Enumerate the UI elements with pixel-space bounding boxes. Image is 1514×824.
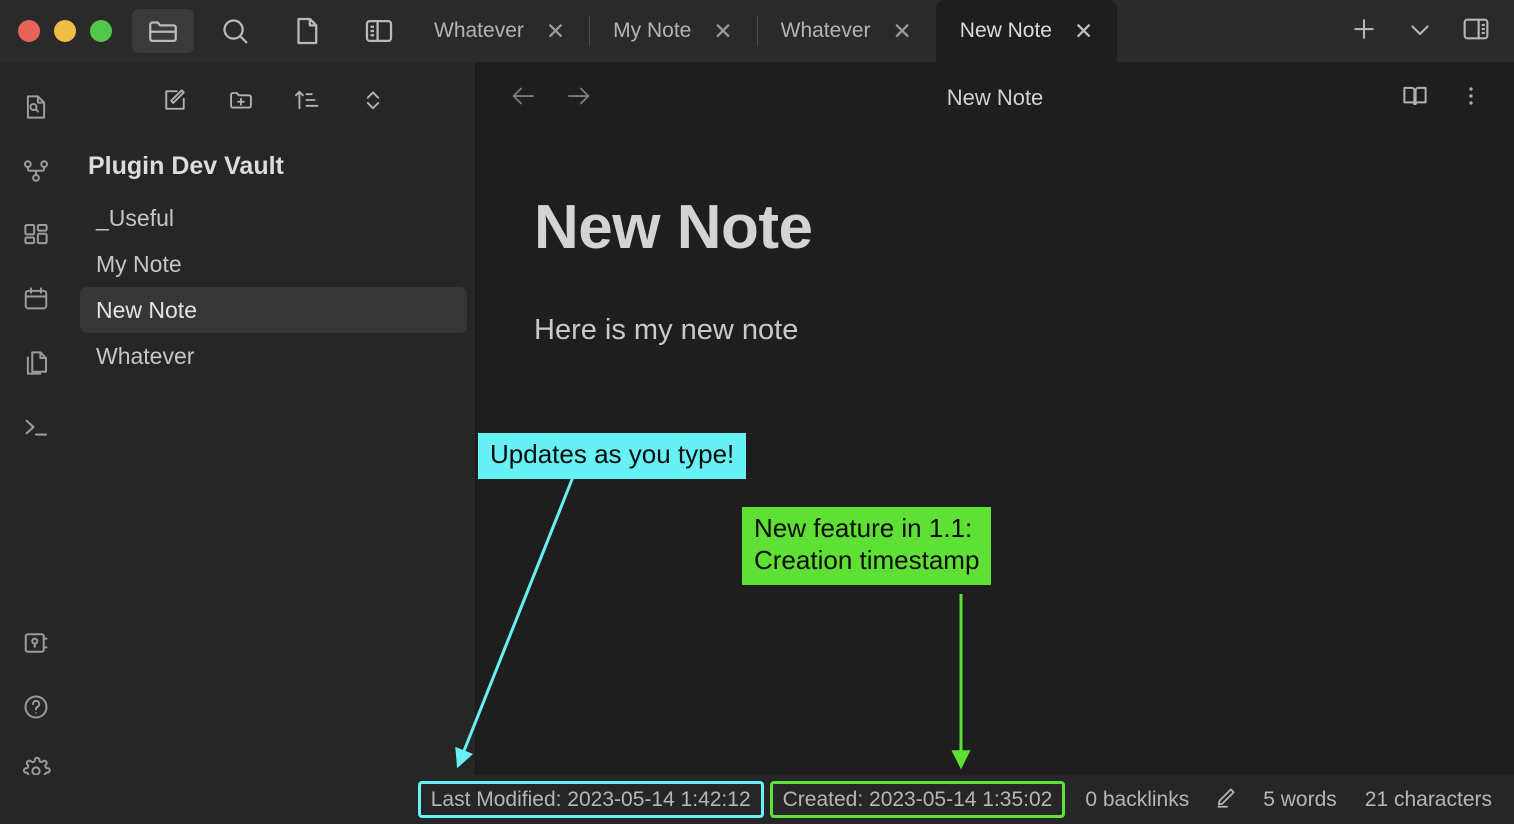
ribbon-item-calendar[interactable] bbox=[9, 274, 63, 328]
tab-close-icon[interactable]: ✕ bbox=[546, 19, 565, 43]
new-folder-button[interactable] bbox=[221, 82, 261, 122]
search-icon bbox=[218, 14, 252, 48]
new-note-icon bbox=[161, 86, 189, 119]
templates-icon bbox=[21, 348, 51, 383]
vault-switcher-icon bbox=[21, 628, 51, 663]
note-content[interactable]: New Note Here is my new note bbox=[476, 134, 1514, 824]
navigation-buttons bbox=[506, 81, 596, 115]
reading-view-icon bbox=[1400, 81, 1430, 116]
canvas-icon bbox=[21, 220, 51, 255]
view-actions bbox=[1398, 81, 1488, 115]
back-arrow-icon bbox=[508, 81, 538, 116]
right-sidebar-icon bbox=[1460, 13, 1492, 50]
view-header: New Note bbox=[476, 62, 1514, 134]
file-item-new-note[interactable]: New Note bbox=[80, 287, 467, 333]
tab-close-icon[interactable]: ✕ bbox=[1074, 19, 1093, 43]
word-count-status: 5 words bbox=[1263, 788, 1337, 811]
tab-whatever-2[interactable]: Whatever ✕ bbox=[756, 0, 936, 62]
new-folder-icon bbox=[227, 86, 255, 119]
ribbon-item-templates[interactable] bbox=[9, 338, 63, 392]
file-explorer: Plugin Dev Vault _Useful My Note New Not… bbox=[72, 62, 476, 824]
collapse-all-button[interactable] bbox=[353, 82, 393, 122]
forward-button[interactable] bbox=[562, 81, 596, 115]
ribbon-sidebar bbox=[0, 62, 72, 824]
tab-label: Whatever bbox=[434, 19, 524, 42]
tab-close-icon[interactable]: ✕ bbox=[893, 19, 912, 43]
tab-new-note[interactable]: New Note ✕ bbox=[935, 0, 1118, 62]
explorer-toolbar bbox=[72, 62, 475, 134]
titlebar-icon-group bbox=[132, 0, 410, 62]
ribbon-item-quick-switcher[interactable] bbox=[9, 82, 63, 136]
chevron-down-icon bbox=[1405, 14, 1435, 49]
workspace: Plugin Dev Vault _Useful My Note New Not… bbox=[0, 62, 1514, 824]
terminal-icon bbox=[21, 412, 51, 447]
edit-mode-button[interactable] bbox=[1203, 784, 1249, 816]
sort-icon bbox=[293, 86, 321, 119]
back-button[interactable] bbox=[506, 81, 540, 115]
left-sidebar-toggle-button[interactable] bbox=[348, 9, 410, 53]
file-item-my-note[interactable]: My Note bbox=[80, 241, 467, 287]
view-title: New Note bbox=[946, 85, 1044, 110]
note-heading: New Note bbox=[534, 193, 813, 262]
collapse-icon bbox=[359, 86, 387, 119]
forward-arrow-icon bbox=[564, 81, 594, 116]
sort-order-button[interactable] bbox=[287, 82, 327, 122]
backlinks-status[interactable]: 0 backlinks bbox=[1071, 789, 1203, 810]
ribbon-item-canvas[interactable] bbox=[9, 210, 63, 264]
file-item-label: Whatever bbox=[96, 342, 195, 369]
character-count-status: 21 characters bbox=[1364, 788, 1492, 811]
sidebar-toggle-icon bbox=[362, 14, 396, 48]
file-item-label: New Note bbox=[96, 296, 197, 323]
plus-icon bbox=[1349, 14, 1379, 49]
tab-list-button[interactable] bbox=[1392, 0, 1448, 62]
file-item-useful[interactable]: _Useful bbox=[80, 195, 467, 241]
help-icon bbox=[21, 692, 51, 727]
pencil-icon bbox=[1213, 784, 1239, 816]
folder-icon-button[interactable] bbox=[132, 9, 194, 53]
new-note-button[interactable] bbox=[155, 82, 195, 122]
file-item-label: _Useful bbox=[96, 204, 174, 231]
more-options-button[interactable] bbox=[1454, 81, 1488, 115]
maximize-window-button[interactable] bbox=[90, 20, 112, 42]
ribbon-item-vault-switcher[interactable] bbox=[9, 618, 63, 672]
tab-whatever-1[interactable]: Whatever ✕ bbox=[410, 0, 589, 62]
status-bar: Last Modified: 2023-05-14 1:42:12 Create… bbox=[0, 775, 1514, 824]
more-options-icon bbox=[1458, 83, 1484, 114]
reading-view-button[interactable] bbox=[1398, 81, 1432, 115]
graph-view-icon bbox=[21, 156, 51, 191]
new-tab-button[interactable] bbox=[1336, 0, 1392, 62]
quick-switcher-icon bbox=[21, 92, 51, 127]
minimize-window-button[interactable] bbox=[54, 20, 76, 42]
tab-label: My Note bbox=[613, 19, 692, 42]
file-list: _Useful My Note New Note Whatever bbox=[72, 195, 475, 379]
calendar-icon bbox=[21, 284, 51, 319]
obsidian-window: Whatever ✕ My Note ✕ Whatever ✕ New Note… bbox=[0, 0, 1514, 824]
window-controls bbox=[0, 0, 132, 62]
updates-annotation: Updates as you type! bbox=[478, 433, 747, 479]
tab-label: Whatever bbox=[780, 19, 871, 42]
close-window-button[interactable] bbox=[18, 20, 40, 42]
last-modified-status: Last Modified: 2023-05-14 1:42:12 bbox=[417, 781, 764, 818]
tabbar-actions bbox=[1336, 0, 1514, 62]
tab-close-icon[interactable]: ✕ bbox=[713, 19, 732, 43]
tab-label: New Note bbox=[959, 19, 1052, 42]
search-icon-button[interactable] bbox=[204, 9, 266, 53]
file-icon-button[interactable] bbox=[276, 9, 338, 53]
titlebar: Whatever ✕ My Note ✕ Whatever ✕ New Note… bbox=[0, 0, 1514, 62]
tab-bar: Whatever ✕ My Note ✕ Whatever ✕ New Note… bbox=[410, 0, 1336, 62]
created-status: Created: 2023-05-14 1:35:02 bbox=[769, 781, 1066, 818]
tab-my-note[interactable]: My Note ✕ bbox=[589, 0, 756, 62]
note-paragraph: Here is my new note bbox=[534, 314, 799, 347]
file-icon bbox=[290, 14, 324, 48]
creation-annotation: New feature in 1.1: Creation timestamp bbox=[742, 507, 992, 585]
ribbon-item-graph-view[interactable] bbox=[9, 146, 63, 200]
file-item-label: My Note bbox=[96, 250, 182, 277]
file-item-whatever[interactable]: Whatever bbox=[80, 333, 467, 379]
ribbon-item-help[interactable] bbox=[9, 682, 63, 736]
right-sidebar-toggle-button[interactable] bbox=[1448, 0, 1504, 62]
folder-icon bbox=[146, 14, 180, 48]
ribbon-item-terminal[interactable] bbox=[9, 402, 63, 456]
vault-title: Plugin Dev Vault bbox=[88, 152, 284, 180]
